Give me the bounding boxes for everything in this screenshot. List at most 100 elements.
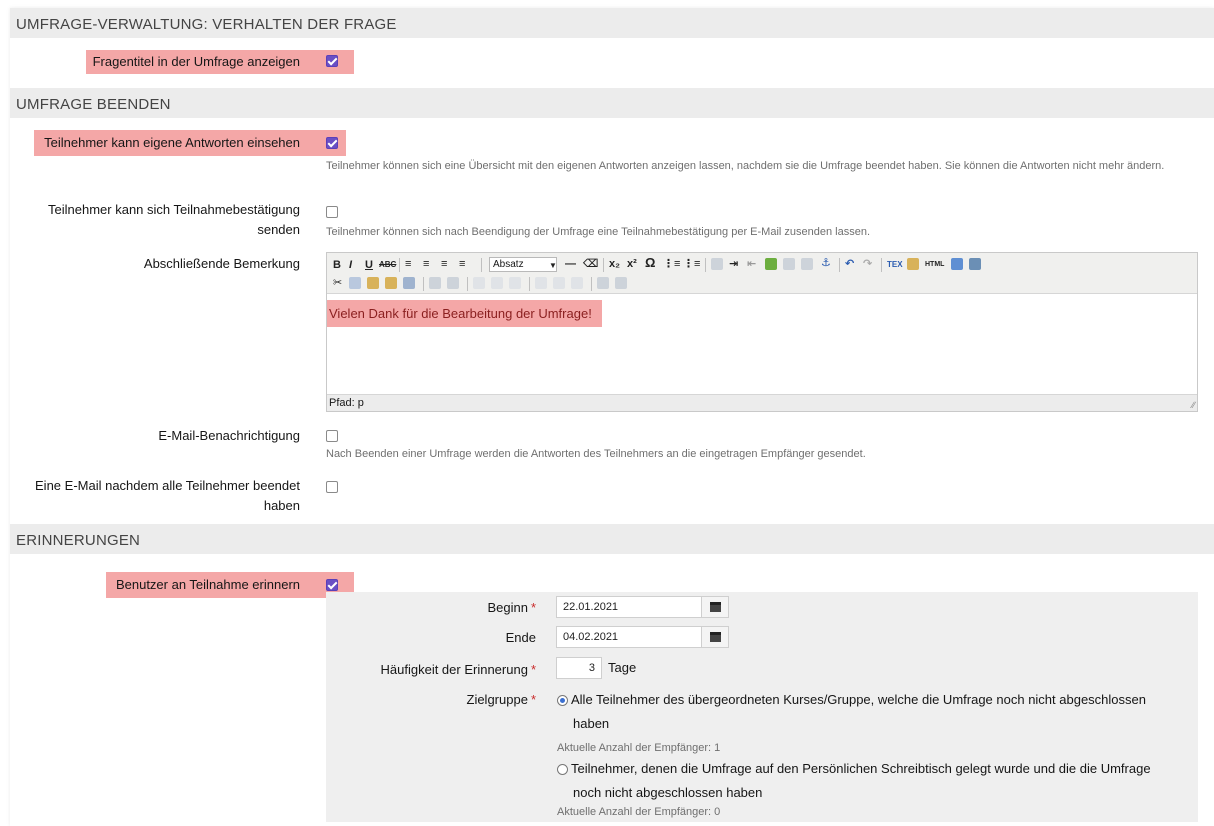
frequency-unit: Tage: [608, 660, 637, 675]
html-icon[interactable]: HTML: [925, 258, 944, 272]
end-calendar-button[interactable]: [701, 626, 729, 648]
confirmation-label: Teilnehmer kann sich Teilnahmebestätigun…: [48, 202, 300, 217]
cut-icon[interactable]: ✂: [333, 276, 342, 290]
subscript-icon[interactable]: x₂: [609, 257, 620, 271]
toolbar-separator: [423, 277, 424, 291]
end-label: Ende: [505, 630, 536, 645]
align-left-icon[interactable]: ≡: [405, 257, 411, 271]
confirmation-help: Teilnehmer können sich nach Beendigung d…: [326, 226, 871, 238]
paste-icon[interactable]: [367, 277, 379, 289]
quote-icon[interactable]: [711, 258, 723, 270]
superscript-icon[interactable]: x²: [627, 257, 637, 271]
outdent-icon[interactable]: ⇤: [747, 257, 756, 271]
link-icon[interactable]: [783, 258, 795, 270]
merge-cells-icon[interactable]: [615, 277, 627, 289]
email-notify-help: Nach Beenden einer Umfrage werden die An…: [326, 448, 866, 460]
target-option-course-label: Alle Teilnehmer des übergeordneten Kurse…: [571, 692, 1146, 731]
bullet-list-icon[interactable]: ⋮≡: [663, 257, 680, 271]
unlink-icon[interactable]: [801, 258, 813, 270]
finish-body-lower: E-Mail-Benachrichtigung Nach Beenden ein…: [10, 418, 1214, 524]
frequency-label: Häufigkeit der Erinnerung *: [380, 662, 536, 677]
closing-remark-editor[interactable]: B I U ABC ≡ ≡ ≡ ≡ Absatz ▼ — ⌫ x₂ x² Ω ⋮…: [326, 252, 1198, 412]
toolbar-separator: [881, 258, 882, 272]
col-before-icon[interactable]: [535, 277, 547, 289]
delete-col-icon[interactable]: [571, 277, 583, 289]
confirmation-checkbox[interactable]: [326, 206, 338, 218]
editor-path-status: Pfad: p: [327, 394, 1197, 411]
frequency-input[interactable]: 3: [556, 657, 602, 679]
bold-icon[interactable]: B: [333, 258, 341, 272]
confirmation-label-cont: senden: [257, 222, 300, 237]
horizontal-rule-icon[interactable]: —: [565, 257, 576, 271]
remind-label: Benutzer an Teilnahme erinnern: [115, 577, 300, 592]
eraser-icon[interactable]: ⌫: [583, 257, 599, 271]
table-props-icon[interactable]: [447, 277, 459, 289]
reminder-settings-panel: Beginn * 22.01.2021 Ende 04.02.2021 Häufi…: [326, 592, 1198, 822]
calendar-icon: [710, 602, 721, 612]
email-notify-checkbox[interactable]: [326, 430, 338, 442]
row-after-icon[interactable]: [491, 277, 503, 289]
table-icon[interactable]: [429, 277, 441, 289]
anchor-icon[interactable]: ⚓: [821, 256, 831, 270]
omega-icon[interactable]: Ω: [645, 256, 655, 270]
show-title-checkbox[interactable]: [326, 55, 338, 67]
align-right-icon[interactable]: ≡: [441, 257, 447, 271]
toolbar-separator: [705, 258, 706, 272]
section-header-finish: UMFRAGE BEENDEN: [10, 88, 1214, 118]
view-answers-help: Teilnehmer können sich eine Übersicht mi…: [326, 160, 1165, 172]
italic-icon[interactable]: I: [349, 258, 352, 272]
col-after-icon[interactable]: [553, 277, 565, 289]
template-icon[interactable]: [969, 258, 981, 270]
email-all-label-cont: haben: [263, 498, 300, 513]
toolbar-separator: [467, 277, 468, 291]
remind-checkbox[interactable]: [326, 579, 338, 591]
section-header-reminders: ERINNERUNGEN: [10, 524, 1214, 554]
target-option-desktop-count: Aktuelle Anzahl der Empfänger: 0: [557, 806, 721, 818]
target-option-course-count: Aktuelle Anzahl der Empfänger: 1: [557, 742, 721, 754]
email-all-checkbox[interactable]: [326, 481, 338, 493]
begin-date-input[interactable]: 22.01.2021: [556, 596, 702, 618]
toolbar-separator: [529, 277, 530, 291]
align-center-icon[interactable]: ≡: [423, 257, 429, 271]
editor-text[interactable]: Vielen Dank für die Bearbeitung der Umfr…: [327, 300, 602, 327]
chevron-down-icon: ▼: [549, 261, 557, 270]
end-date-input[interactable]: 04.02.2021: [556, 626, 702, 648]
underline-icon[interactable]: U: [365, 258, 373, 272]
number-list-icon[interactable]: ⋮≡: [683, 257, 700, 271]
email-notify-label: E-Mail-Benachrichtigung: [158, 428, 300, 443]
view-answers-label: Teilnehmer kann eigene Antworten einsehe…: [44, 135, 300, 150]
toolbar-separator: [839, 258, 840, 272]
undo-icon[interactable]: ↶: [845, 257, 854, 271]
paste-icon[interactable]: [907, 258, 919, 270]
split-cells-icon[interactable]: [597, 277, 609, 289]
paste-text-icon[interactable]: [385, 277, 397, 289]
survey-settings-panel: UMFRAGE-VERWALTUNG: VERHALTEN DER FRAGE …: [10, 8, 1214, 826]
copy-icon[interactable]: [349, 277, 361, 289]
delete-row-icon[interactable]: [509, 277, 521, 289]
begin-calendar-button[interactable]: [701, 596, 729, 618]
row-before-icon[interactable]: [473, 277, 485, 289]
target-option-desktop-label: Teilnehmer, denen die Umfrage auf den Pe…: [571, 761, 1151, 800]
tex-icon[interactable]: TEX: [887, 258, 903, 272]
target-option-course-radio[interactable]: [557, 695, 568, 706]
paste-word-icon[interactable]: [403, 277, 415, 289]
show-title-label: Fragentitel in der Umfrage anzeigen: [92, 54, 300, 69]
fullscreen-icon[interactable]: [951, 258, 963, 270]
toolbar-separator: [591, 277, 592, 291]
editor-content-area[interactable]: Vielen Dank für die Bearbeitung der Umfr…: [327, 294, 1197, 394]
toolbar-separator: [399, 258, 400, 272]
toolbar-separator: [481, 258, 482, 272]
format-select[interactable]: Absatz: [489, 257, 557, 272]
image-icon[interactable]: [765, 258, 777, 270]
row-show-title: Fragentitel in der Umfrage anzeigen: [10, 38, 1214, 88]
indent-icon[interactable]: ⇥: [729, 257, 738, 271]
calendar-icon: [710, 632, 721, 642]
resize-handle-icon[interactable]: ∕∕: [1192, 400, 1195, 410]
email-all-label: Eine E-Mail nachdem alle Teilnehmer been…: [35, 478, 300, 493]
section-header-behaviour: UMFRAGE-VERWALTUNG: VERHALTEN DER FRAGE: [10, 8, 1214, 38]
align-justify-icon[interactable]: ≡: [459, 257, 465, 271]
target-option-desktop-radio[interactable]: [557, 764, 568, 775]
redo-icon[interactable]: ↷: [863, 257, 872, 271]
strikethrough-icon[interactable]: ABC: [379, 258, 396, 272]
view-answers-checkbox[interactable]: [326, 137, 338, 149]
